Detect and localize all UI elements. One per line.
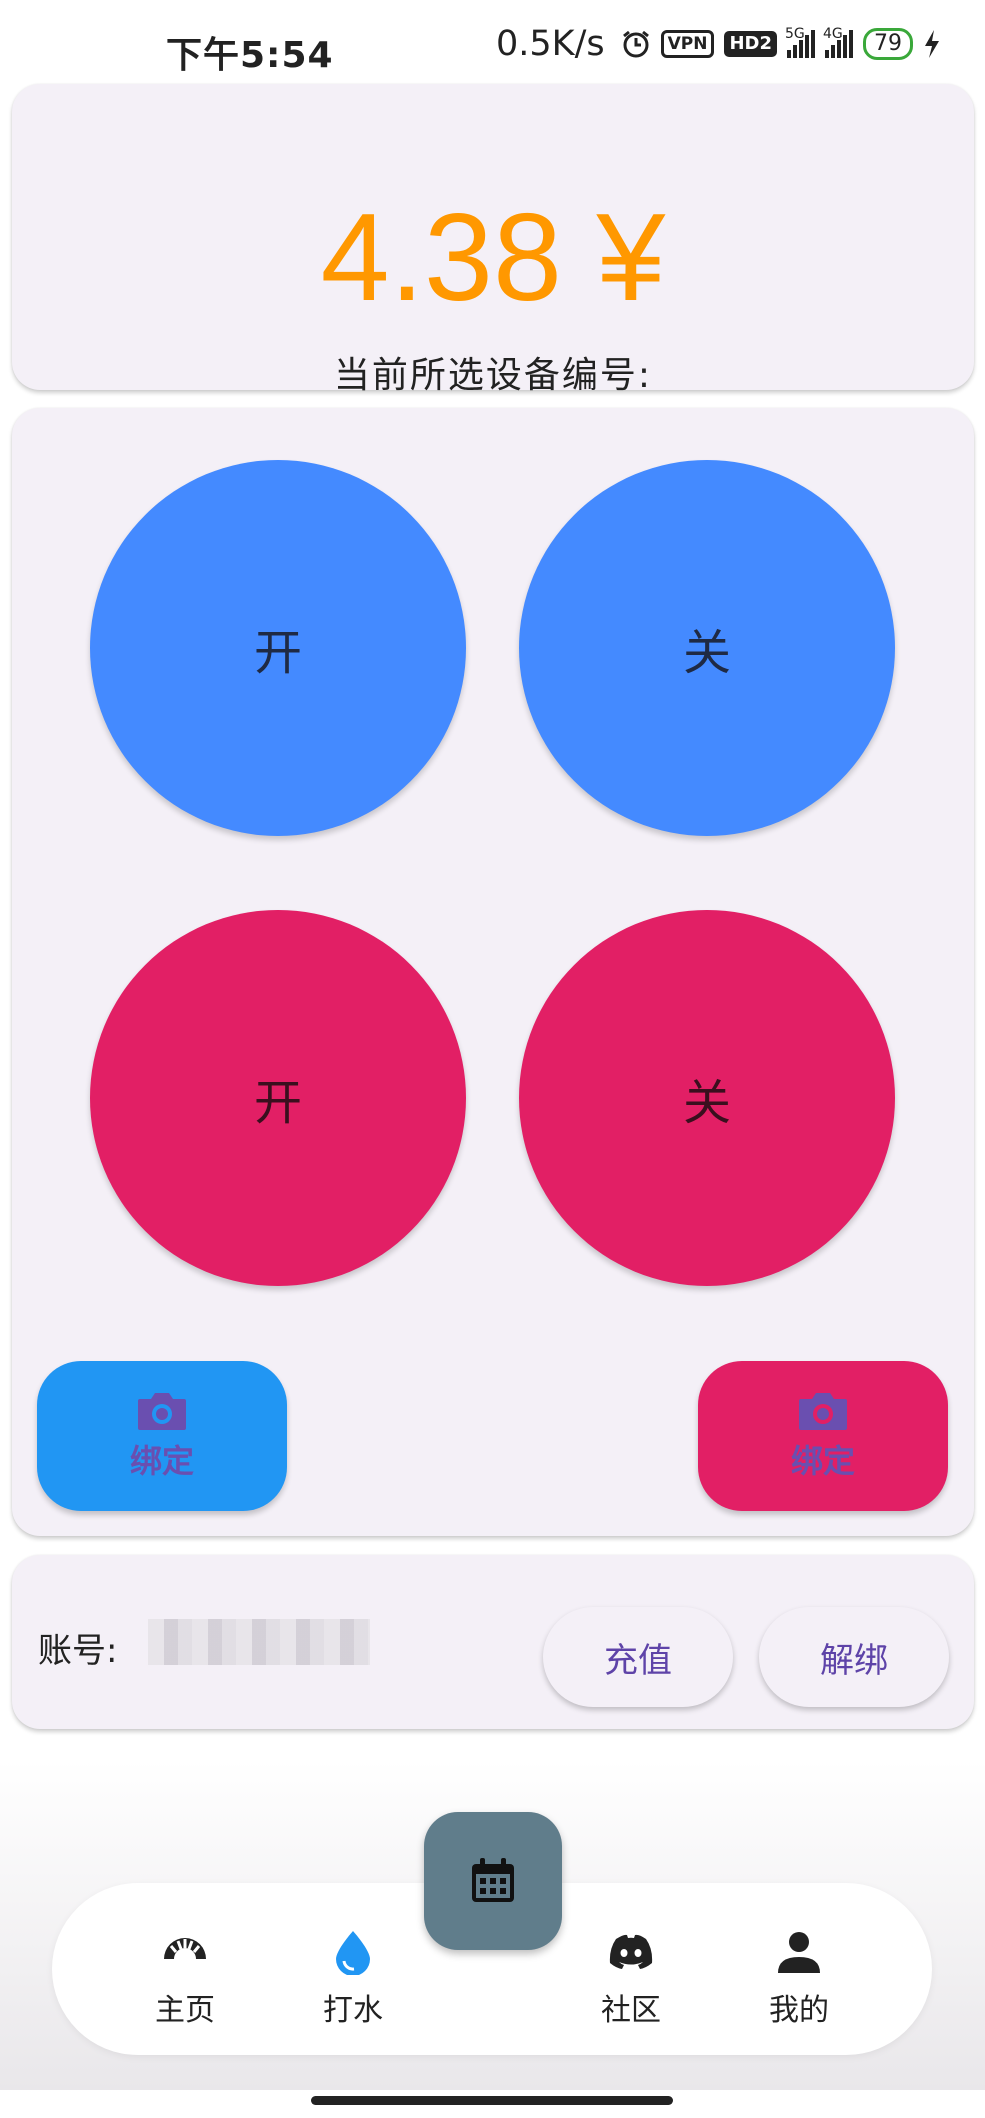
discord-icon: [609, 1934, 653, 1969]
camera-icon: [799, 1393, 847, 1430]
signal-5g-tag: 5G: [785, 26, 805, 42]
signal-5g-icon: 5G: [785, 26, 815, 58]
calendar-fab-button[interactable]: [424, 1812, 562, 1950]
account-label: 账号:: [38, 1631, 118, 1671]
net-speed: 0.5K/s: [495, 24, 605, 64]
blue-off-button[interactable]: 关: [519, 460, 895, 836]
nav-mine-label: 我的: [769, 1993, 829, 2028]
status-time: 下午5:54: [166, 35, 334, 76]
balance-card: 4.38 ¥ 当前所选设备编号:: [12, 84, 974, 396]
app-screen: 下午5:54 0.5K/s VPN HD2 5G 4G 79 4.38 ¥ 当前: [0, 0, 985, 2118]
calendar-icon: [472, 1858, 514, 1902]
charging-icon: [923, 29, 941, 59]
recharge-button[interactable]: 充值: [543, 1607, 733, 1707]
nav-water[interactable]: 打水: [293, 1929, 413, 2029]
bind-pink-label: 绑定: [790, 1442, 855, 1480]
vpn-icon: VPN: [660, 30, 715, 58]
nav-home[interactable]: 主页: [125, 1929, 245, 2029]
home-indicator[interactable]: [311, 2096, 673, 2105]
nav-community-label: 社区: [601, 1993, 661, 2028]
nav-water-label: 打水: [323, 1993, 383, 2028]
pink-on-button[interactable]: 开: [90, 910, 466, 1286]
pink-off-button[interactable]: 关: [519, 910, 895, 1286]
water-drop-icon: [336, 1931, 370, 1975]
alarm-icon: [621, 29, 651, 59]
status-bar: 下午5:54 0.5K/s VPN HD2 5G 4G 79: [0, 0, 985, 86]
bind-pink-button[interactable]: 绑定: [698, 1361, 948, 1511]
account-card: 账号: 充值 解绑: [12, 1555, 974, 1729]
selected-device-label: 当前所选设备编号:: [333, 355, 653, 396]
blue-on-button[interactable]: 开: [90, 460, 466, 836]
controls-card: 开 关 开 关 绑定 绑定: [12, 408, 974, 1536]
nav-home-label: 主页: [155, 1993, 215, 2028]
balance-amount: 4.38 ¥: [320, 189, 666, 327]
bind-blue-button[interactable]: 绑定: [37, 1361, 287, 1511]
status-icons: 0.5K/s VPN HD2 5G 4G 79: [496, 24, 941, 64]
bind-blue-label: 绑定: [129, 1442, 194, 1480]
rainbow-fan-icon: [164, 1938, 206, 1959]
nav-mine[interactable]: 我的: [739, 1929, 859, 2029]
hd-icon: HD2: [724, 31, 777, 57]
battery-icon: 79: [863, 28, 913, 60]
nav-community[interactable]: 社区: [571, 1929, 691, 2029]
person-icon: [778, 1932, 820, 1973]
signal-4g-tag: 4G: [823, 26, 843, 42]
camera-icon: [138, 1393, 186, 1430]
account-value-redacted: [148, 1619, 370, 1665]
signal-4g-icon: 4G: [823, 26, 853, 58]
unbind-button[interactable]: 解绑: [759, 1607, 949, 1707]
